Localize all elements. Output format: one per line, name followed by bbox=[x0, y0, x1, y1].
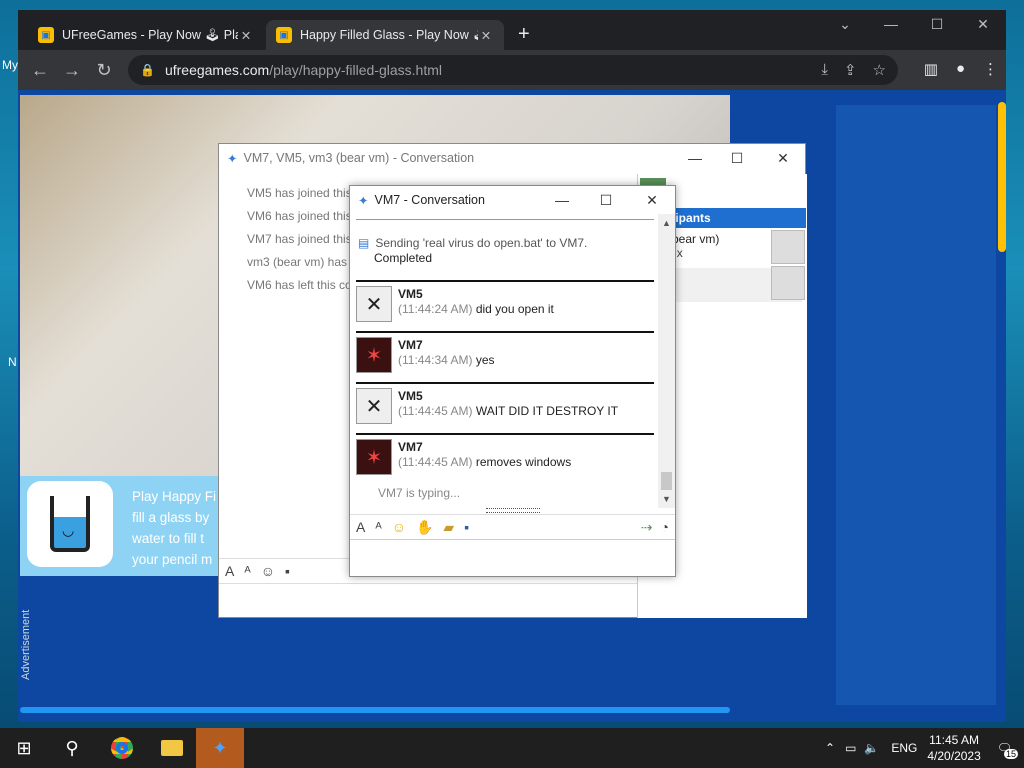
avatar-icon: ✕ bbox=[356, 286, 392, 322]
forward-arrow-icon[interactable]: → bbox=[60, 60, 84, 80]
advertisement-label: Advertisement bbox=[20, 609, 32, 680]
maximize-button[interactable]: ☐ bbox=[723, 150, 751, 167]
desktop-label-n: N bbox=[8, 355, 17, 369]
chevron-up-icon[interactable]: ⌃ bbox=[825, 741, 835, 755]
desktop-label-my: My bbox=[2, 58, 18, 72]
vm7-conversation-window[interactable]: ✦ VM7 - Conversation — ☐ ✕ ▤ Sending 'rea… bbox=[349, 185, 676, 577]
menu-dots-icon[interactable]: ⋮ bbox=[983, 60, 998, 78]
scroll-up-icon[interactable]: ▲ bbox=[658, 218, 675, 228]
minimize-button[interactable]: — bbox=[876, 16, 906, 32]
save-icon[interactable]: ▪ bbox=[464, 519, 469, 535]
webcam-avatar-icon bbox=[771, 230, 805, 264]
send-to-icon[interactable]: ⇢ bbox=[641, 519, 653, 536]
typing-indicator: VM7 is typing... bbox=[378, 486, 461, 500]
tab-strip: ▣ UFreeGames - Play Now 🕹 Play ✕ ▣ Happy… bbox=[18, 10, 1006, 50]
tab-search-icon[interactable]: ⌄ bbox=[830, 16, 860, 33]
avatar-icon: ✶ bbox=[356, 439, 392, 475]
file-transfer-message: ▤ Sending 'real virus do open.bat' to VM7… bbox=[358, 236, 588, 265]
window-titlebar: ✦ VM7 - Conversation bbox=[350, 186, 675, 214]
messenger-taskbar-icon[interactable]: ✦ bbox=[196, 728, 244, 768]
side-panel-icon[interactable]: ▥ bbox=[924, 60, 938, 78]
start-windows-icon[interactable]: ⊞ bbox=[0, 728, 48, 768]
resize-grip[interactable] bbox=[486, 508, 540, 513]
messenger-icon: ✦ bbox=[227, 151, 238, 166]
page-scrollbar[interactable] bbox=[998, 90, 1006, 722]
clock[interactable]: 11:45 AM 4/20/2023 bbox=[927, 732, 980, 764]
conversation-log: VM5 has joined this VM6 has joined this … bbox=[247, 186, 352, 292]
profile-icon[interactable]: ● bbox=[956, 60, 965, 78]
message-input[interactable] bbox=[350, 542, 675, 576]
url-text: ufreegames.com/play/happy-filled-glass.h… bbox=[164, 62, 442, 78]
chat-divider bbox=[356, 214, 654, 220]
bookmark-star-icon[interactable]: ☆ bbox=[873, 61, 886, 79]
chat-scrollbar[interactable]: ▲ ▼ bbox=[658, 214, 675, 508]
text-style-icon[interactable]: ᴬ bbox=[375, 519, 381, 535]
file-explorer-icon[interactable] bbox=[148, 728, 196, 768]
font-icon[interactable]: A bbox=[225, 563, 234, 579]
close-window-button[interactable]: ✕ bbox=[968, 16, 998, 33]
ufreegames-favicon-icon: ▣ bbox=[38, 27, 54, 43]
send-file-icon[interactable]: ▰ bbox=[443, 519, 454, 536]
game-promo[interactable]: ◡ Play Happy Fi fill a glass by water to… bbox=[20, 476, 220, 576]
file-transfer-icon: ▤ bbox=[358, 236, 370, 250]
back-arrow-icon[interactable]: ← bbox=[28, 60, 52, 80]
compose-toolbar: A ᴬ ☺ ✋ ▰ ▪ ⇢ ◔ bbox=[350, 514, 675, 540]
window-titlebar: ✦ VM7, VM5, vm3 (bear vm) - Conversation bbox=[219, 144, 805, 172]
lock-icon: 🔒 bbox=[140, 63, 155, 77]
chat-message: ✶ VM7 (11:44:45 AM) removes windows bbox=[356, 433, 654, 481]
tab-happy-filled-glass[interactable]: ▣ Happy Filled Glass - Play Now 🕹 ✕ bbox=[266, 20, 504, 50]
tab-ufreegames[interactable]: ▣ UFreeGames - Play Now 🕹 Play ✕ bbox=[28, 20, 264, 50]
tab-title: UFreeGames - Play Now 🕹 Play bbox=[62, 27, 238, 42]
tab-title: Happy Filled Glass - Play Now 🕹 bbox=[300, 27, 478, 42]
browser-toolbar: ← → ↻ 🔒 ufreegames.com/play/happy-filled… bbox=[18, 50, 1006, 90]
address-bar[interactable]: 🔒 ufreegames.com/play/happy-filled-glass… bbox=[128, 55, 898, 85]
close-button[interactable]: ✕ bbox=[638, 192, 666, 209]
scroll-down-icon[interactable]: ▼ bbox=[658, 494, 675, 504]
new-tab-button[interactable]: + bbox=[518, 24, 530, 44]
messenger-icon: ✦ bbox=[358, 193, 369, 208]
minimize-button[interactable]: — bbox=[548, 192, 576, 208]
page-bottom-bar bbox=[20, 707, 730, 713]
share-icon[interactable]: ⇪ bbox=[844, 61, 857, 79]
close-icon[interactable]: ✕ bbox=[478, 28, 494, 43]
ufreegames-favicon-icon: ▣ bbox=[276, 27, 292, 43]
maximize-button[interactable]: ☐ bbox=[592, 192, 620, 209]
notification-icon[interactable]: 🗨 15 bbox=[997, 741, 1018, 759]
reload-icon[interactable]: ↻ bbox=[92, 60, 116, 80]
network-icon[interactable]: ▭ bbox=[845, 741, 856, 755]
save-icon[interactable]: ▪ bbox=[285, 563, 290, 579]
history-icon[interactable]: ◔ bbox=[661, 519, 669, 536]
font-icon[interactable]: A bbox=[356, 519, 365, 535]
volume-icon[interactable]: 🔈 bbox=[864, 741, 879, 755]
emoticon-icon[interactable]: ☺ bbox=[392, 519, 406, 535]
emoticon-icon[interactable]: ☺ bbox=[261, 563, 275, 579]
window-title: VM7 - Conversation bbox=[374, 193, 485, 207]
scrollbar-thumb[interactable] bbox=[998, 102, 1006, 252]
promo-text: Play Happy Fi fill a glass by water to f… bbox=[132, 489, 217, 567]
avatar-icon bbox=[771, 266, 805, 300]
window-title: VM7, VM5, vm3 (bear vm) - Conversation bbox=[243, 151, 475, 165]
nudge-icon[interactable]: ✋ bbox=[416, 519, 433, 536]
taskbar: ⊞ ⚲ ✦ ⌃ ▭ 🔈 ENG 11:45 AM 4/20/2023 🗨 15 bbox=[0, 728, 1024, 768]
avatar-icon: ✶ bbox=[356, 337, 392, 373]
maximize-button[interactable]: ☐ bbox=[922, 16, 952, 33]
chat-message: ✕ VM5 (11:44:24 AM) did you open it bbox=[356, 280, 654, 328]
minimize-button[interactable]: — bbox=[681, 150, 709, 166]
chat-message: ✕ VM5 (11:44:45 AM) WAIT DID IT DESTROY … bbox=[356, 382, 654, 430]
chrome-icon[interactable] bbox=[98, 728, 146, 768]
close-button[interactable]: ✕ bbox=[769, 150, 797, 167]
search-icon[interactable]: ⚲ bbox=[48, 728, 96, 768]
chat-history[interactable]: ▤ Sending 'real virus do open.bat' to VM7… bbox=[350, 214, 658, 514]
close-icon[interactable]: ✕ bbox=[238, 28, 254, 43]
text-style-icon[interactable]: ᴬ bbox=[244, 563, 250, 579]
chat-message: ✶ VM7 (11:44:34 AM) yes bbox=[356, 331, 654, 379]
language-indicator[interactable]: ENG bbox=[891, 741, 917, 755]
system-tray: ⌃ ▭ 🔈 ENG 11:45 AM 4/20/2023 🗨 15 bbox=[825, 728, 1024, 768]
happy-glass-icon: ◡ bbox=[27, 481, 113, 567]
install-app-icon[interactable]: ⤓ bbox=[821, 61, 828, 79]
scrollbar-thumb[interactable] bbox=[661, 472, 672, 490]
avatar-icon: ✕ bbox=[356, 388, 392, 424]
right-panel bbox=[836, 105, 996, 705]
